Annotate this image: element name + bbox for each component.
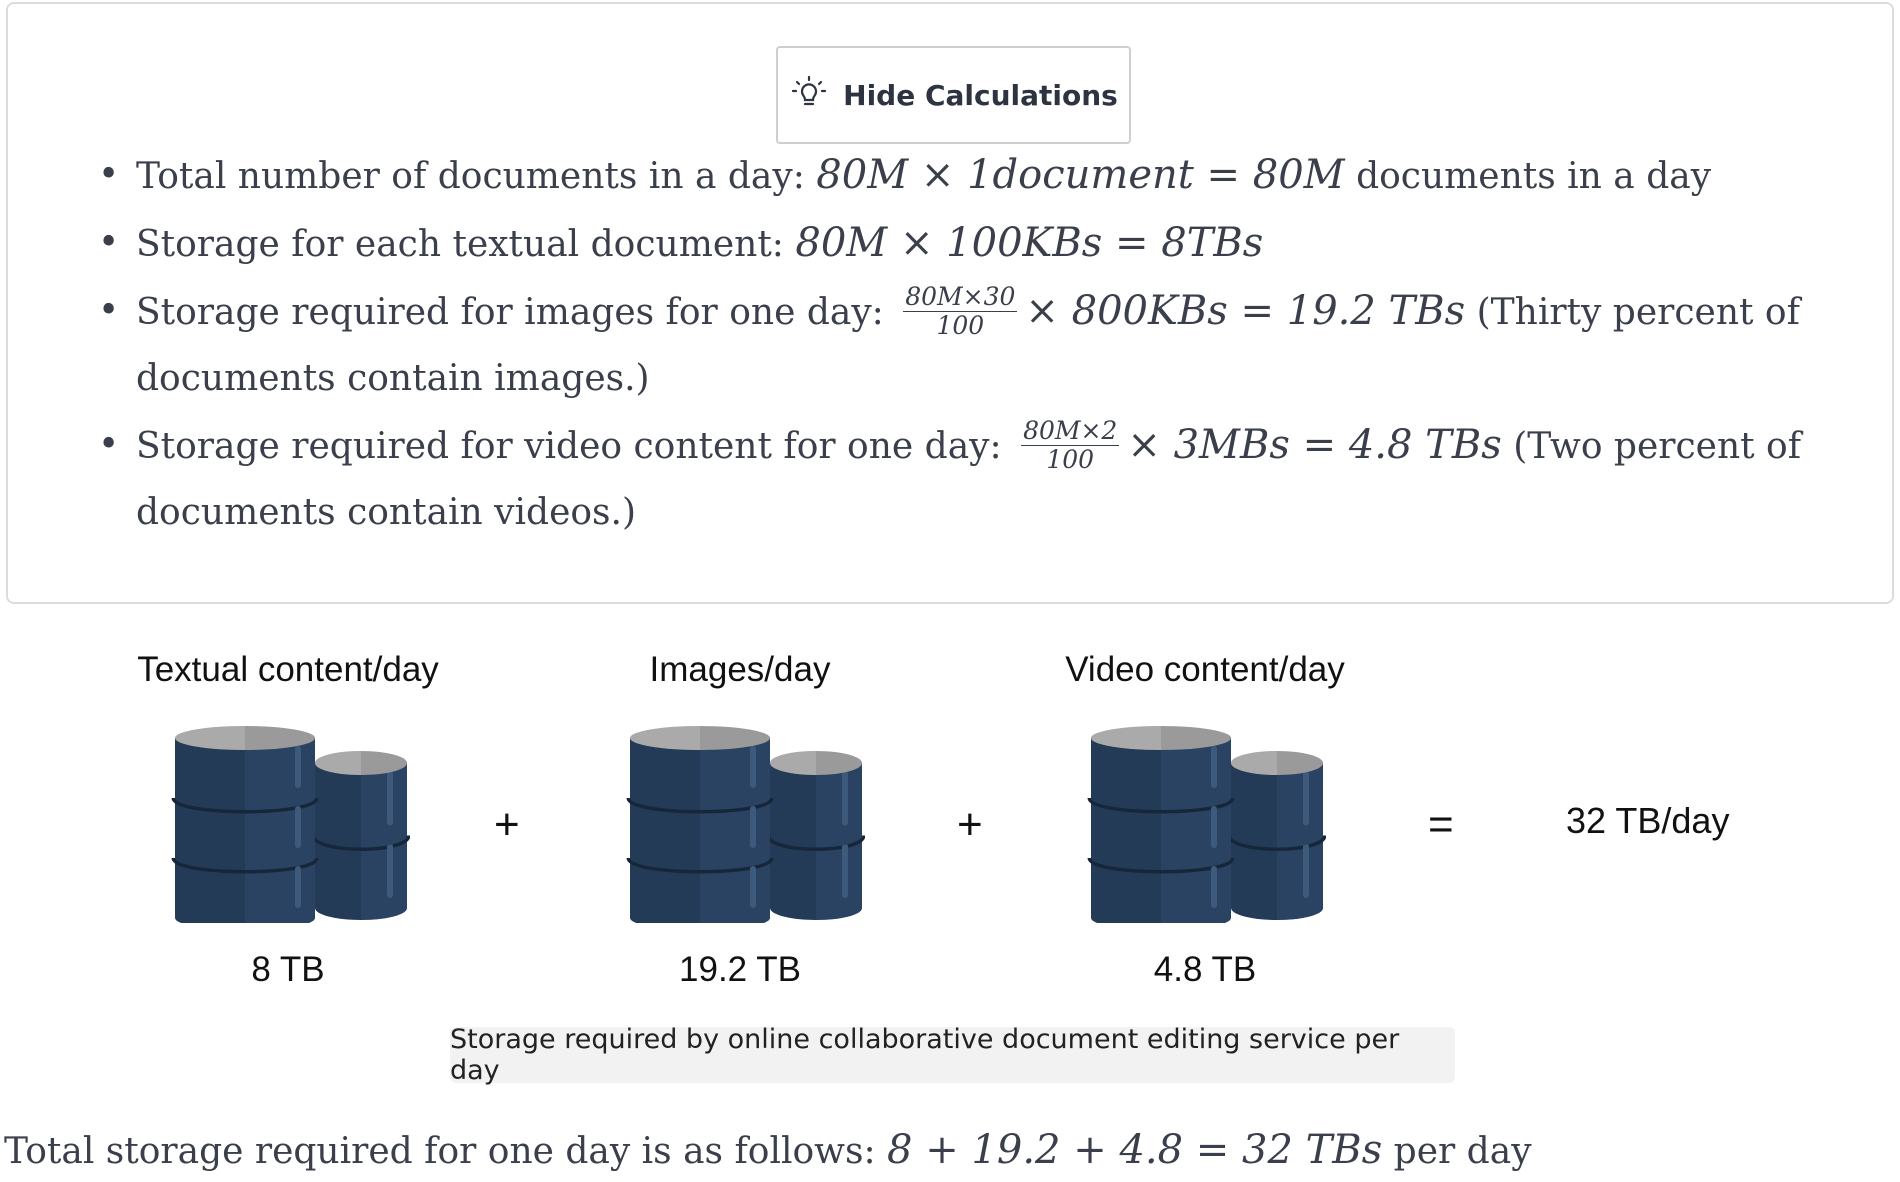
figure-caption: Storage required by online collaborative… (450, 1024, 1455, 1086)
calculation-item: Total number of documents in a day: 80M … (98, 142, 1878, 210)
calc-label: Storage required for images for one day: (136, 292, 884, 333)
calc-fraction: 80M×30 100 (903, 281, 1018, 340)
equals-operator: = (1428, 800, 1454, 849)
calc-suffix: documents in a day (1344, 156, 1712, 197)
calc-fraction: 80M×2 100 (1021, 415, 1120, 474)
value-textual: 8 TB (251, 950, 325, 989)
calc-expression: 80M × 1document = 80M (816, 152, 1345, 198)
calculation-list: Total number of documents in a day: 80M … (98, 142, 1878, 546)
total-summary: Total storage required for one day is as… (4, 1127, 1532, 1173)
hide-calculations-label: Hide Calculations (843, 78, 1118, 112)
database-icon (171, 726, 410, 923)
calc-expression: × 3MBs = 4.8 TBs (1127, 422, 1502, 468)
lightbulb-icon (789, 73, 829, 117)
column-title-textual: Textual content/day (137, 650, 439, 689)
column-title-video: Video content/day (1065, 650, 1345, 689)
calculation-item: Storage required for images for one day:… (98, 278, 1878, 412)
total-per-day: 32 TB/day (1566, 800, 1730, 841)
calculation-item: Storage for each textual document: 80M ×… (98, 210, 1878, 278)
value-video: 4.8 TB (1153, 950, 1257, 989)
column-title-images: Images/day (649, 650, 831, 689)
summary-expression: 8 + 19.2 + 4.8 = 32 TBs (887, 1127, 1383, 1173)
fraction-denominator: 100 (936, 310, 985, 340)
fraction-numerator: 80M×30 (903, 281, 1018, 312)
database-icon (626, 726, 865, 923)
calc-label: Total number of documents in a day: (136, 156, 805, 197)
summary-label: Total storage required for one day is as… (4, 1131, 876, 1172)
calculation-item: Storage required for video content for o… (98, 412, 1878, 546)
calculations-panel: Hide Calculations Total number of docume… (6, 2, 1894, 604)
plus-operator: + (957, 800, 983, 849)
fraction-numerator: 80M×2 (1021, 415, 1120, 446)
calc-expression: × 800KBs = 19.2 TBs (1025, 288, 1466, 334)
summary-suffix: per day (1382, 1131, 1532, 1172)
hide-calculations-button[interactable]: Hide Calculations (776, 46, 1131, 144)
plus-operator: + (494, 800, 520, 849)
calc-label: Storage for each textual document: (136, 224, 784, 265)
value-images: 19.2 TB (679, 950, 801, 989)
fraction-denominator: 100 (1046, 444, 1095, 474)
database-icon (1087, 726, 1326, 923)
calc-label: Storage required for video content for o… (136, 426, 1002, 467)
calc-expression: 80M × 100KBs = 8TBs (795, 220, 1264, 266)
